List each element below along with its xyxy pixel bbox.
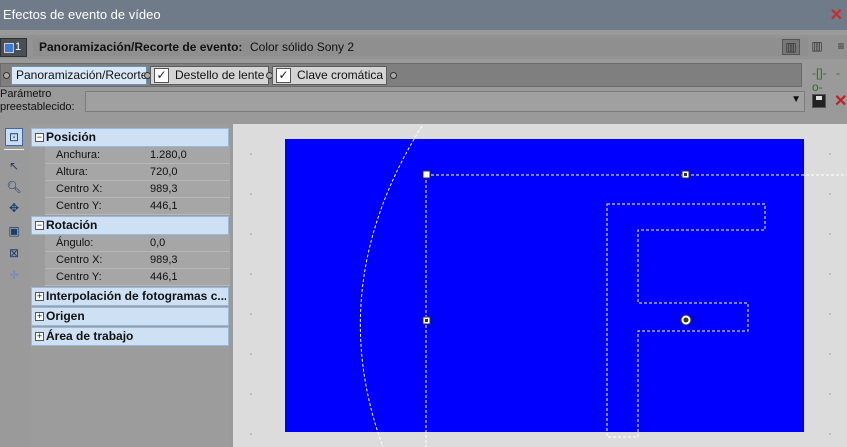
section-workspace[interactable]: + Área de trabajo [31,327,229,346]
prop-row-rot-center-x: Centro X: 989,3 [31,252,230,269]
tab-pan-crop[interactable]: Panoramización/Recorte [11,66,147,85]
delete-preset-icon[interactable]: ✕ [834,91,847,111]
tab-label: Clave cromática [297,68,384,82]
chain-icon [4,43,14,53]
divider [4,149,24,150]
properties-panel: − Posición Anchura: 1.280,0 Altura: 720,… [30,124,230,447]
checkbox-lens-flare[interactable]: ✓ [154,68,169,83]
split-view-icon[interactable]: ▥ [808,39,826,55]
prop-name: Anchura: [45,147,156,164]
section-rotation[interactable]: − Rotación [31,216,229,235]
preset-label: Parámetro preestablecido: [0,88,75,114]
plugin-chain-icon[interactable]: -[]- [812,66,827,80]
collapse-icon[interactable]: − [35,133,44,142]
hand-tool-icon[interactable]: ✥ [5,199,23,217]
preset-dropdown[interactable]: ▼ [85,91,805,112]
crop-overlay[interactable] [233,124,847,447]
section-label: Interpolación de fotogramas c... [46,289,226,303]
preset-label-line2: preestablecido: [0,101,75,113]
section-label: Origen [46,309,85,323]
expand-icon[interactable]: + [35,332,44,341]
maintain-aspect-icon[interactable]: ⊠ [5,244,23,262]
pan-crop-workspace[interactable] [233,124,847,447]
effect-chain-strip: Panoramización/Recorte ✓ Destello de len… [0,63,802,87]
section-frame-interpolation[interactable]: + Interpolación de fotogramas c... [31,287,229,306]
chain-selector-button[interactable]: 1 [0,38,27,57]
prop-value[interactable]: 720,0 [147,164,230,181]
prop-row-height: Altura: 720,0 [31,164,230,181]
checkbox-chroma-key[interactable]: ✓ [276,68,291,83]
chain-end-dot [390,72,397,79]
preset-label-line1: Parámetro [0,88,52,100]
prop-name: Ángulo: [45,235,156,252]
prop-value[interactable]: 446,1 [147,269,230,286]
section-label: Posición [46,130,97,144]
tab-label: Destello de lente [175,68,265,82]
title-bar: Efectos de evento de vídeo ✕ [0,0,847,30]
prop-value[interactable]: 989,3 [147,252,230,269]
chain-number: 1 [15,41,22,53]
tab-chroma-key[interactable]: ✓ Clave cromática [272,66,387,85]
prop-name: Altura: [45,164,156,181]
chain-start-dot [3,72,10,79]
section-source[interactable]: + Origen [31,307,229,326]
move-icon[interactable]: ✛ [5,266,23,284]
rotation-arc [359,125,423,447]
pointer-tool-icon[interactable]: ↖ [5,157,23,175]
prop-row-center-x: Centro X: 989,3 [31,181,230,198]
expand-icon[interactable]: + [35,312,44,321]
prop-row-rot-center-y: Centro Y: 446,1 [31,269,230,286]
prop-row-angle: Ángulo: 0,0 [31,235,230,252]
section-label: Rotación [46,218,98,232]
tab-label: Panoramización/Recorte [16,68,148,82]
snap-to-grid-icon[interactable]: ▣ [5,222,23,240]
save-preset-icon[interactable] [812,94,826,108]
zoom-tool-icon[interactable]: 🔍︎ [5,178,23,196]
event-header: 1 Panoramización/Recorte de evento: Colo… [0,35,847,59]
prop-name: Centro Y: [45,269,156,286]
event-label: Panoramización/Recorte de evento: [39,40,243,54]
event-label-bar: Panoramización/Recorte de evento: Color … [33,38,808,56]
tab-lens-flare[interactable]: ✓ Destello de lente [150,66,269,85]
single-view-icon[interactable]: ▥ [782,39,800,55]
preset-row: Parámetro preestablecido: ▼ ✕ [0,88,847,116]
prop-row-width: Anchura: 1.280,0 [31,147,230,164]
prop-row-center-y: Centro Y: 446,1 [31,198,230,215]
section-label: Área de trabajo [46,329,134,343]
expand-icon[interactable]: + [35,292,44,301]
list-view-icon[interactable]: ≡ [832,39,847,55]
event-source: Color sólido Sony 2 [250,40,355,54]
tool-palette: ⊡ ↖ 🔍︎ ✥ ▣ ⊠ ✛ [0,124,30,447]
window-title: Efectos de evento de vídeo [3,7,161,22]
prop-name: Centro Y: [45,198,156,215]
effect-chain-row: Panoramización/Recorte ✓ Destello de len… [0,61,847,94]
close-icon[interactable]: ✕ [830,5,843,25]
prop-value[interactable]: 0,0 [147,235,230,252]
collapse-icon[interactable]: − [35,221,44,230]
prop-value[interactable]: 446,1 [147,198,230,215]
chevron-down-icon[interactable]: ▼ [791,94,801,105]
prop-value[interactable]: 1.280,0 [147,147,230,164]
prop-name: Centro X: [45,252,156,269]
prop-value[interactable]: 989,3 [147,181,230,198]
section-position[interactable]: − Posición [31,128,229,147]
prop-name: Centro X: [45,181,156,198]
normal-edit-tool-icon[interactable]: ⊡ [5,128,23,146]
corner-handle [422,170,431,179]
